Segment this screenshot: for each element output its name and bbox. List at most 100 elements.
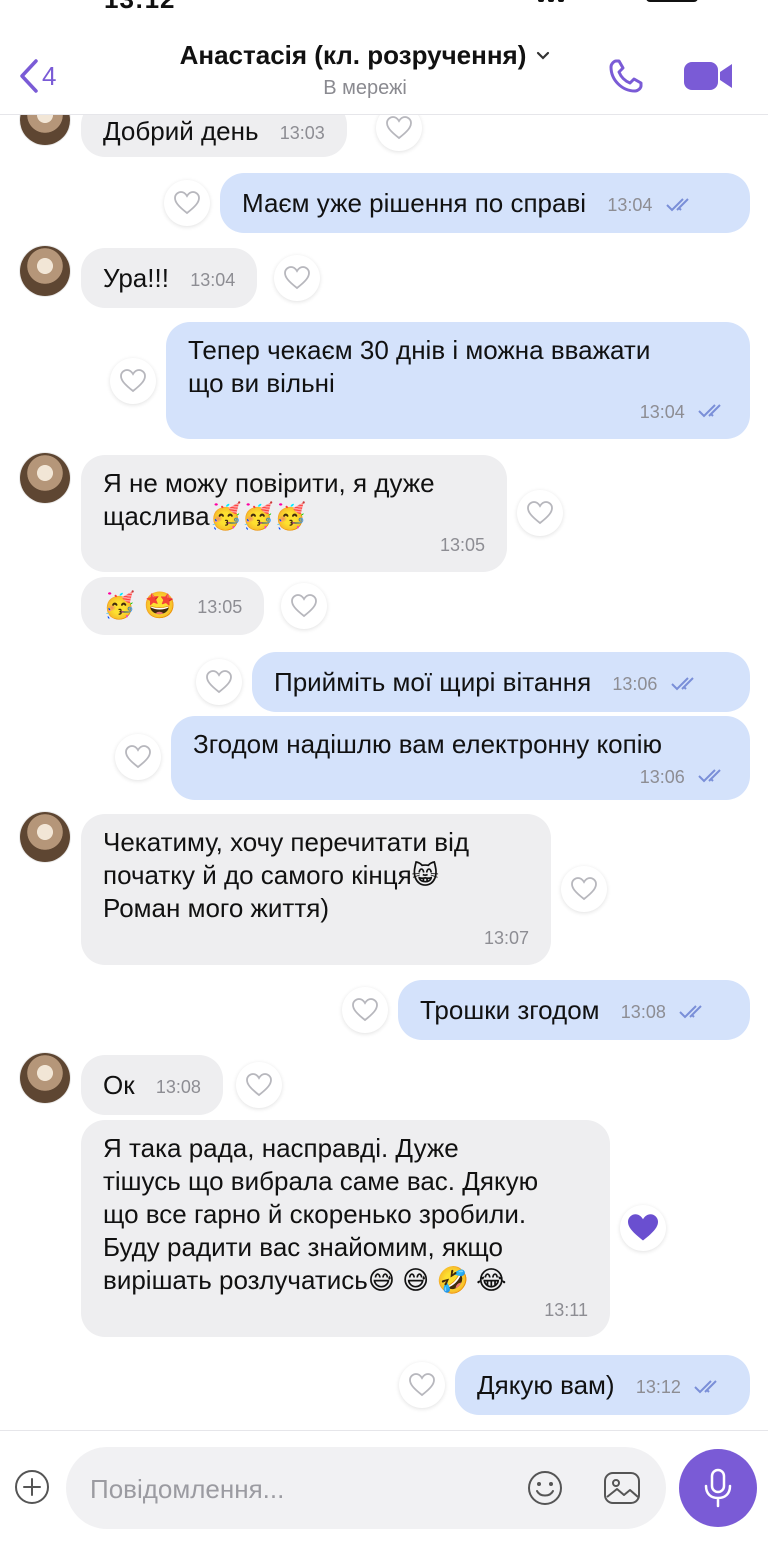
heart-filled-icon xyxy=(628,1214,658,1241)
chat-header: 4 Анастасія (кл. розручення) В мережі xyxy=(0,14,768,115)
avatar[interactable] xyxy=(20,812,70,862)
message-input-container[interactable] xyxy=(66,1447,666,1531)
contact-name: Анастасія (кл. розручення) xyxy=(179,40,527,70)
voice-call-button[interactable] xyxy=(606,56,654,96)
battery-icon xyxy=(646,0,698,2)
voice-message-button[interactable] xyxy=(679,1449,757,1527)
message-bubble-incoming[interactable]: Я така рада, насправді. Дуже тішусь що в… xyxy=(81,1120,610,1337)
heart-outline-icon xyxy=(284,266,310,290)
video-camera-icon xyxy=(684,62,732,90)
like-button-active[interactable] xyxy=(620,1205,666,1251)
message-time: 13:04 xyxy=(190,269,236,290)
message-text: 🥳 🤩 xyxy=(103,591,177,621)
read-check-icon xyxy=(670,677,694,691)
like-button[interactable] xyxy=(164,180,210,226)
contact-name-row[interactable]: Анастасія (кл. розручення) xyxy=(180,40,551,71)
heart-outline-icon xyxy=(386,116,412,140)
attach-button[interactable] xyxy=(14,1469,50,1505)
heart-outline-icon xyxy=(174,191,200,215)
message-input[interactable] xyxy=(88,1447,512,1531)
avatar[interactable] xyxy=(20,1053,70,1103)
message-time: 13:12 xyxy=(635,1376,681,1397)
message-text: Я така рада, насправді. Дуже тішусь що в… xyxy=(103,1133,539,1295)
message-bubble-outgoing[interactable]: Дякую вам) 13:12 xyxy=(455,1355,750,1415)
message-bubble-outgoing[interactable]: Прийміть мої щирі вітання 13:06 xyxy=(252,652,750,712)
avatar[interactable] xyxy=(20,246,70,296)
message-time: 13:08 xyxy=(155,1076,201,1097)
message-bubble-incoming[interactable]: Чекатиму, хочу перечитати від початку й … xyxy=(81,814,551,965)
contact-status: В мережі xyxy=(323,77,407,99)
unread-count: 4 xyxy=(42,60,57,91)
avatar[interactable] xyxy=(20,453,70,503)
message-meta: 13:06 xyxy=(640,758,728,794)
message-text: Добрий день xyxy=(103,116,259,146)
like-button[interactable] xyxy=(110,358,156,404)
like-button[interactable] xyxy=(399,1362,445,1408)
heart-outline-icon xyxy=(120,369,146,393)
heart-outline-icon xyxy=(409,1373,435,1397)
message-bubble-incoming[interactable]: Добрий день 13:03 xyxy=(81,115,347,157)
like-button[interactable] xyxy=(274,255,320,301)
image-gallery-icon xyxy=(604,1472,640,1504)
back-button[interactable]: 4 xyxy=(18,56,56,96)
like-button[interactable] xyxy=(342,987,388,1033)
media-button[interactable] xyxy=(602,1469,642,1507)
message-bubble-outgoing[interactable]: Тепер чекаєм 30 днів і можна вважати що … xyxy=(166,322,750,439)
like-button[interactable] xyxy=(281,583,327,629)
message-time: 13:07 xyxy=(483,928,529,948)
message-text: Чекатиму, хочу перечитати від початку й … xyxy=(103,827,470,923)
like-button[interactable] xyxy=(517,490,563,536)
like-button[interactable] xyxy=(236,1062,282,1108)
like-button[interactable] xyxy=(561,866,607,912)
heart-outline-icon xyxy=(206,670,232,694)
chevron-down-icon xyxy=(537,51,550,60)
read-check-icon xyxy=(698,769,721,783)
message-meta: 13:05 xyxy=(440,526,485,562)
smiley-icon xyxy=(528,1471,562,1505)
message-time: 13:05 xyxy=(197,596,243,617)
message-text: Дякую вам) xyxy=(477,1370,615,1400)
message-bubble-incoming[interactable]: 🥳 🤩 13:05 xyxy=(81,577,265,635)
video-call-button[interactable] xyxy=(682,58,734,94)
message-text: Маєм уже рішення по справі xyxy=(242,188,587,218)
message-text: Ок xyxy=(103,1070,135,1100)
heart-outline-icon xyxy=(527,501,553,525)
sticker-button[interactable] xyxy=(526,1469,564,1507)
heart-outline-icon xyxy=(246,1073,272,1097)
message-meta: 13:11 xyxy=(544,1291,588,1327)
message-time: 13:05 xyxy=(439,535,485,555)
signal-bar-icon xyxy=(548,0,554,2)
message-bubble-incoming[interactable]: Я не можу повірити, я дуже щаслива🥳🥳🥳 13… xyxy=(81,455,507,572)
message-text: Згодом надішлю вам електронну копію xyxy=(193,729,662,759)
heart-outline-icon xyxy=(352,998,378,1022)
message-bubble-incoming[interactable]: Ок 13:08 xyxy=(81,1055,223,1115)
chevron-left-icon xyxy=(20,59,38,93)
phone-icon xyxy=(609,59,643,93)
message-time: 13:11 xyxy=(544,1300,588,1320)
read-check-icon xyxy=(698,404,721,418)
message-time: 13:03 xyxy=(279,122,325,143)
message-meta: 13:07 xyxy=(484,919,529,955)
like-button[interactable] xyxy=(115,734,161,780)
message-text: Трошки згодом xyxy=(420,995,600,1025)
contact-title[interactable]: Анастасія (кл. розручення) В мережі xyxy=(150,40,580,100)
signal-icon xyxy=(538,0,544,2)
read-check-icon xyxy=(665,198,689,212)
message-bubble-outgoing[interactable]: Згодом надішлю вам електронну копію 13:0… xyxy=(171,716,750,800)
message-bubble-incoming[interactable]: Ура!!! 13:04 xyxy=(81,248,258,308)
message-text: Тепер чекаєм 30 днів і можна вважати що … xyxy=(188,335,651,398)
signal-bar-icon xyxy=(558,0,564,2)
message-bubble-outgoing[interactable]: Маєм уже рішення по справі 13:04 xyxy=(220,173,750,233)
message-list[interactable]: Добрий день 13:03 Маєм уже рішення по сп… xyxy=(0,115,768,1430)
message-time: 13:04 xyxy=(607,194,653,215)
like-button[interactable] xyxy=(196,659,242,705)
status-bar: 13:12 xyxy=(0,0,768,14)
message-text: Ура!!! xyxy=(103,263,169,293)
like-button[interactable] xyxy=(376,115,422,151)
avatar[interactable] xyxy=(20,115,70,145)
message-bubble-outgoing[interactable]: Трошки згодом 13:08 xyxy=(398,980,750,1040)
heart-outline-icon xyxy=(291,594,317,618)
message-meta: 13:04 xyxy=(640,393,728,429)
message-time: 13:06 xyxy=(612,673,658,694)
microphone-icon xyxy=(704,1468,732,1508)
